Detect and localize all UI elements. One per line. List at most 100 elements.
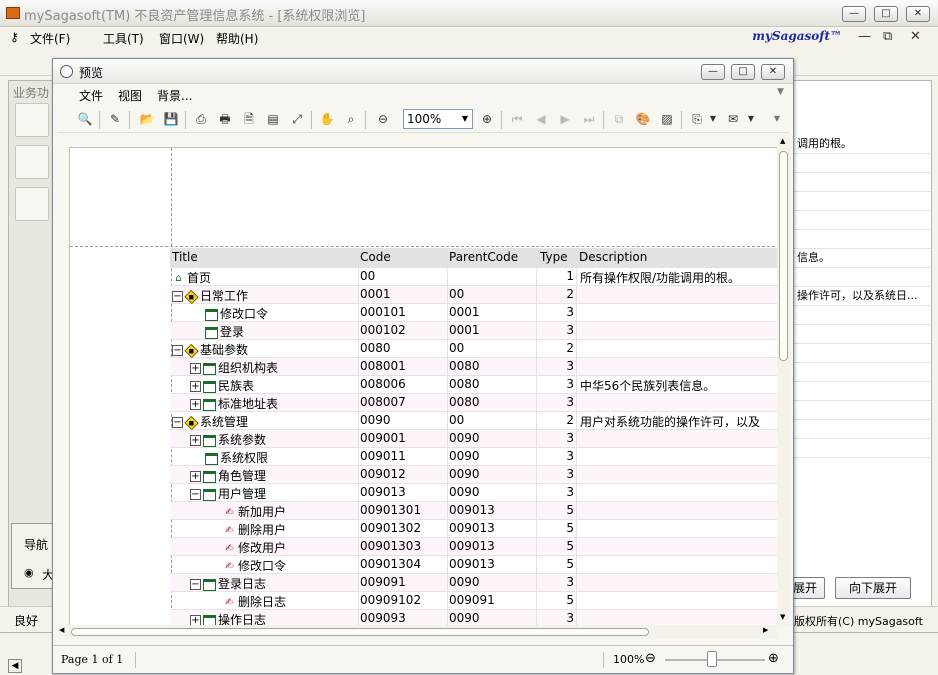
col-type: Type bbox=[540, 250, 568, 264]
row-code: 009013 bbox=[360, 485, 406, 499]
table-row: ✍ 新加用户 00901301 009013 5 bbox=[170, 502, 778, 520]
mdi-restore-icon[interactable]: ⧉ bbox=[883, 29, 892, 44]
menu-overflow-icon[interactable]: ▼ bbox=[777, 87, 784, 97]
description-row bbox=[791, 173, 931, 192]
expand-icon[interactable]: + bbox=[190, 471, 201, 482]
description-row bbox=[791, 325, 931, 344]
row-parent-code: 009013 bbox=[449, 539, 495, 553]
collapse-icon[interactable]: − bbox=[172, 417, 183, 428]
mdi-minimize-icon[interactable]: — bbox=[858, 29, 871, 44]
row-parent-code: 0001 bbox=[449, 323, 480, 337]
row-type: 3 bbox=[566, 431, 574, 445]
print-icon[interactable]: 🖶 bbox=[217, 111, 233, 127]
row-code: 009012 bbox=[360, 467, 406, 481]
last-page-icon[interactable]: ⏭ bbox=[581, 111, 597, 127]
row-type: 1 bbox=[566, 269, 574, 283]
row-title-cell: ✍ 删除用户 bbox=[208, 521, 286, 538]
margin-guide-horizontal bbox=[70, 246, 778, 247]
scale-icon[interactable]: ⤢ bbox=[289, 111, 305, 127]
description-row: 操作许可，以及系统日... bbox=[791, 287, 931, 306]
next-page-icon[interactable]: ▶ bbox=[557, 111, 573, 127]
horizontal-scroll-thumb[interactable] bbox=[71, 628, 649, 636]
watermark-icon[interactable]: ▨ bbox=[659, 111, 675, 127]
row-title-cell: ✍ 删除日志 bbox=[208, 593, 286, 610]
page-setup-icon[interactable]: 🗎 bbox=[241, 111, 257, 127]
preview-minimize-button[interactable]: — bbox=[701, 64, 725, 80]
vertical-scroll-thumb[interactable] bbox=[779, 151, 788, 361]
chevron-down-icon[interactable]: ▼ bbox=[458, 110, 472, 128]
row-description: 所有操作权限/功能调用的根。 bbox=[580, 271, 741, 285]
email-icon[interactable]: ✉ bbox=[725, 111, 741, 127]
expand-icon[interactable]: + bbox=[190, 399, 201, 410]
zoom-in-icon[interactable]: ⊕ bbox=[479, 111, 495, 127]
horizontal-scrollbar[interactable]: ◀ ▶ bbox=[57, 625, 777, 639]
first-page-icon[interactable]: ⏮ bbox=[509, 111, 525, 127]
row-title: 基础参数 bbox=[200, 343, 249, 357]
vertical-scrollbar[interactable]: ▲ ▼ bbox=[777, 137, 791, 627]
preview-menu-view[interactable]: 视图 bbox=[118, 87, 142, 104]
scroll-right-arrow-icon[interactable]: ▶ bbox=[763, 626, 768, 634]
row-code: 00909102 bbox=[360, 593, 422, 607]
previous-page-icon[interactable]: ◀ bbox=[533, 111, 549, 127]
menu-file[interactable]: 文件(F) bbox=[30, 30, 70, 47]
export-icon[interactable]: ⎘ bbox=[689, 111, 705, 127]
hand-tool-icon[interactable]: ✋ bbox=[319, 111, 335, 127]
network-icon[interactable] bbox=[15, 145, 49, 179]
radio-icon[interactable]: ◉ bbox=[24, 566, 34, 579]
expand-icon[interactable]: + bbox=[190, 363, 201, 374]
expand-icon[interactable]: + bbox=[190, 381, 201, 392]
preview-maximize-button[interactable]: □ bbox=[731, 64, 755, 80]
row-type: 3 bbox=[566, 467, 574, 481]
zoom-slider-thumb[interactable] bbox=[707, 651, 717, 667]
scroll-down-icon[interactable]: ▼ bbox=[780, 613, 785, 621]
collapse-icon[interactable]: − bbox=[190, 489, 201, 500]
scroll-up-icon[interactable]: ▲ bbox=[780, 137, 785, 145]
multiple-pages-icon[interactable]: ⧉ bbox=[611, 111, 627, 127]
status-zoom-out-icon[interactable]: ⊖ bbox=[645, 651, 656, 666]
export-dropdown-icon[interactable]: ▼ bbox=[705, 111, 721, 127]
close-button[interactable]: ✕ bbox=[906, 6, 930, 22]
row-title-cell: 系统权限 bbox=[190, 449, 268, 466]
main-menu-bar: ⚷ 文件(F) 工具(T) 窗口(W) 帮助(H) mySagasoft™ — … bbox=[0, 27, 938, 49]
scroll-left-arrow-icon[interactable]: ◀ bbox=[59, 626, 64, 634]
zoom-out-icon[interactable]: ⊖ bbox=[375, 111, 391, 127]
collapse-icon[interactable]: − bbox=[172, 291, 183, 302]
background-color-icon[interactable]: 🎨 bbox=[635, 111, 651, 127]
preview-menu-file[interactable]: 文件 bbox=[79, 87, 103, 104]
building-icon[interactable] bbox=[15, 103, 49, 137]
status-zoom-in-icon[interactable]: ⊕ bbox=[768, 651, 779, 666]
expand-icon[interactable]: + bbox=[190, 435, 201, 446]
open-icon[interactable]: 📂 bbox=[139, 111, 155, 127]
minimize-button[interactable]: — bbox=[842, 6, 866, 22]
row-title-cell: + 标准地址表 bbox=[190, 395, 278, 412]
row-type: 3 bbox=[566, 395, 574, 409]
row-parent-code: 0080 bbox=[449, 359, 480, 373]
find-icon[interactable]: 🔍 bbox=[77, 111, 93, 127]
header-footer-icon[interactable]: ▤ bbox=[265, 111, 281, 127]
preview-menu-background[interactable]: 背景... bbox=[157, 87, 192, 104]
row-type: 5 bbox=[566, 539, 574, 553]
row-title-cell: ✍ 新加用户 bbox=[208, 503, 286, 520]
magnifier-icon[interactable]: ⌕ bbox=[343, 111, 359, 127]
collapse-icon[interactable]: − bbox=[190, 579, 201, 590]
row-parent-code: 009091 bbox=[449, 593, 495, 607]
expand-down-button[interactable]: 向下展开 bbox=[835, 577, 911, 599]
users-icon[interactable] bbox=[15, 187, 49, 221]
collapse-icon[interactable]: − bbox=[172, 345, 183, 356]
preview-close-button[interactable]: ✕ bbox=[761, 64, 785, 80]
mdi-close-icon[interactable]: ✕ bbox=[910, 29, 921, 44]
toolbar-overflow-icon[interactable]: ▼ bbox=[769, 111, 785, 127]
menu-help[interactable]: 帮助(H) bbox=[216, 30, 258, 47]
col-title: Title bbox=[172, 250, 198, 264]
email-dropdown-icon[interactable]: ▼ bbox=[743, 111, 759, 127]
menu-window[interactable]: 窗口(W) bbox=[159, 30, 204, 47]
description-row bbox=[791, 154, 931, 173]
menu-tools[interactable]: 工具(T) bbox=[103, 30, 144, 47]
print-dialog-icon[interactable]: ⎙ bbox=[193, 111, 209, 127]
scroll-left-icon[interactable]: ◀ bbox=[8, 659, 22, 673]
row-code: 000102 bbox=[360, 323, 406, 337]
maximize-button[interactable]: □ bbox=[874, 6, 898, 22]
customize-icon[interactable]: ✎ bbox=[107, 111, 123, 127]
zoom-select[interactable]: 100% ▼ bbox=[403, 109, 473, 129]
save-icon[interactable]: 💾 bbox=[163, 111, 179, 127]
